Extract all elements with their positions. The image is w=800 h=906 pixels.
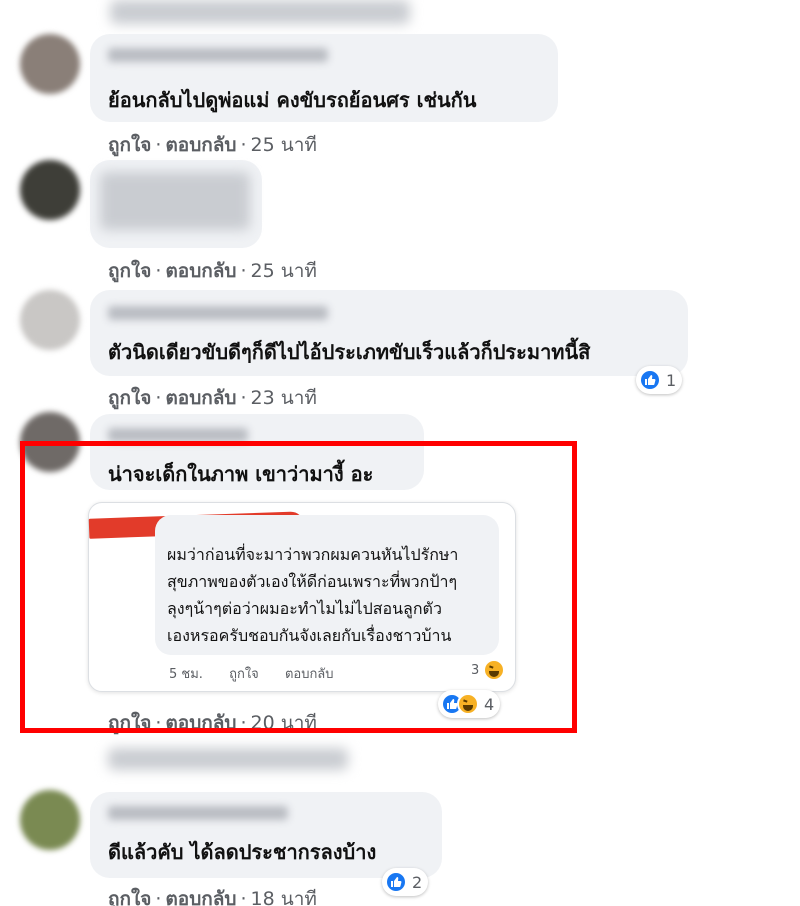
comment-time[interactable]: 23 นาที: [251, 387, 317, 409]
blurred-comment-content: [100, 172, 250, 230]
avatar[interactable]: [20, 34, 80, 94]
highlight-box: [20, 441, 577, 733]
comment-text: ดีแล้วคับ ได้ลดประชากรลงบ้าง: [108, 840, 377, 864]
commenter-name[interactable]: [108, 428, 248, 442]
comment-time[interactable]: 18 นาที: [251, 888, 317, 906]
reaction-summary[interactable]: 2: [382, 868, 429, 896]
reaction-count: 2: [412, 872, 423, 892]
comment-actions: ถูกใจ · ตอบกลับ · 23 นาที: [108, 387, 317, 409]
comment-time[interactable]: 25 นาที: [251, 134, 317, 156]
reply-button[interactable]: ตอบกลับ: [165, 260, 236, 282]
reply-button[interactable]: ตอบกลับ: [165, 888, 236, 906]
reaction-summary[interactable]: 1: [636, 366, 683, 394]
commenter-name[interactable]: [108, 48, 328, 62]
comment-text: ตัวนิดเดียวขับดีๆก็ดีไปไอ้ประเภทขับเร็วแ…: [108, 340, 591, 364]
commenter-name[interactable]: [108, 306, 328, 320]
comment-actions: ถูกใจ · ตอบกลับ · 18 นาที: [108, 884, 317, 906]
comment-actions: ถูกใจ · ตอบกลับ · 25 นาที: [108, 134, 317, 156]
comment-text: ย้อนกลับไปดูพ่อแม่ คงขับรถย้อนศร เช่นกัน: [108, 88, 477, 112]
like-button[interactable]: ถูกใจ: [108, 260, 151, 282]
like-button[interactable]: ถูกใจ: [108, 387, 151, 409]
reaction-count: 1: [666, 370, 677, 390]
like-button[interactable]: ถูกใจ: [108, 888, 151, 906]
commenter-name[interactable]: [108, 806, 288, 820]
like-reaction-icon: [385, 871, 407, 893]
avatar[interactable]: [20, 290, 80, 350]
blurred-comment-top: [110, 0, 410, 24]
like-reaction-icon: [639, 369, 661, 391]
blurred-reply: [108, 748, 348, 770]
avatar[interactable]: [20, 160, 80, 220]
reply-button[interactable]: ตอบกลับ: [165, 387, 236, 409]
comment-actions: ถูกใจ · ตอบกลับ · 25 นาที: [108, 260, 317, 282]
reply-button[interactable]: ตอบกลับ: [165, 134, 236, 156]
like-button[interactable]: ถูกใจ: [108, 134, 151, 156]
avatar[interactable]: [20, 790, 80, 850]
comment-time[interactable]: 25 นาที: [251, 260, 317, 282]
